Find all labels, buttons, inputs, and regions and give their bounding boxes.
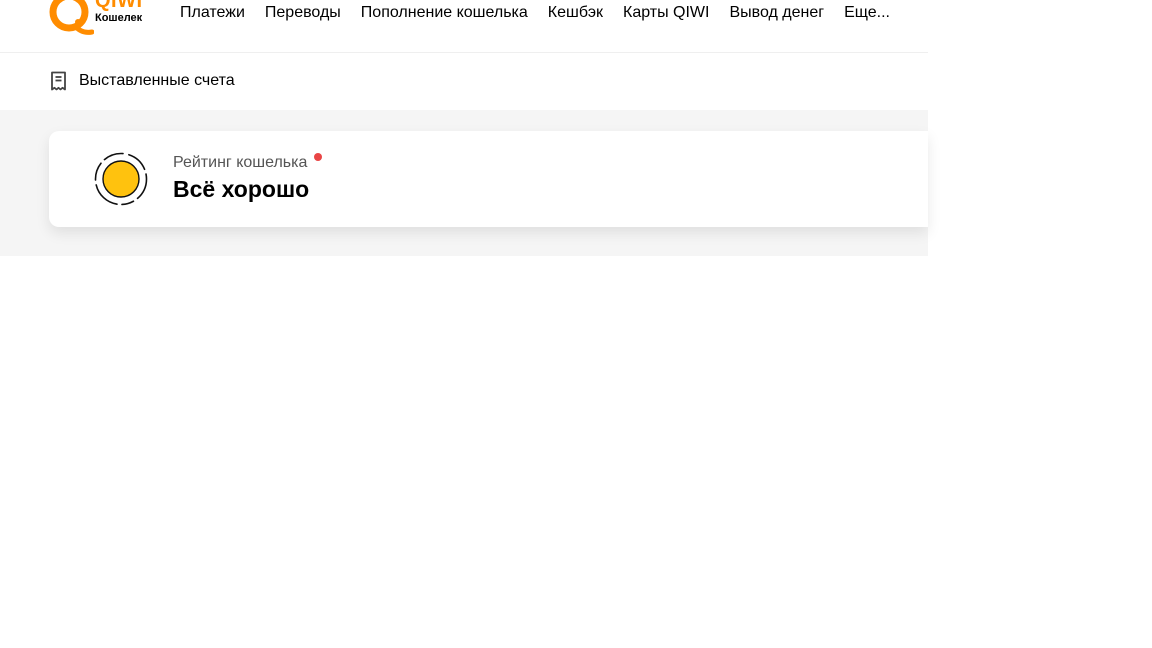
sun-rating-icon [94, 152, 148, 206]
main-content: Рейтинг кошелька Всё хорошо [0, 110, 928, 256]
page: QIWI Кошелек Платежи Переводы Пополнение… [0, 0, 1152, 648]
nav-item-transfers[interactable]: Переводы [265, 2, 341, 24]
nav-item-cashback[interactable]: Кешбэк [548, 2, 603, 24]
nav-item-payments[interactable]: Платежи [180, 2, 245, 24]
nav-item-top-up-wallet[interactable]: Пополнение кошелька [361, 2, 528, 24]
invoices-label: Выставленные счета [79, 72, 235, 89]
rating-caption: Рейтинг кошелька [173, 154, 308, 171]
invoices-link[interactable]: Выставленные счета [50, 70, 235, 92]
qiwi-logo[interactable]: QIWI Кошелек [48, 0, 148, 36]
nav-item-more[interactable]: Еще... [844, 2, 890, 24]
receipt-icon [51, 71, 66, 91]
logo-subtitle: Кошелек [95, 12, 143, 24]
qiwi-logo-icon [49, 0, 94, 35]
top-navigation-bar: QIWI Кошелек Платежи Переводы Пополнение… [0, 0, 928, 53]
notification-dot [314, 153, 322, 161]
invoices-section: Выставленные счета [0, 54, 928, 110]
nav-item-qiwi-cards[interactable]: Карты QIWI [623, 2, 709, 24]
wallet-rating-card[interactable]: Рейтинг кошелька Всё хорошо [49, 131, 928, 227]
main-nav: Платежи Переводы Пополнение кошелька Кеш… [180, 2, 890, 24]
rating-status: Всё хорошо [173, 176, 310, 202]
nav-item-withdraw[interactable]: Вывод денег [729, 2, 824, 24]
